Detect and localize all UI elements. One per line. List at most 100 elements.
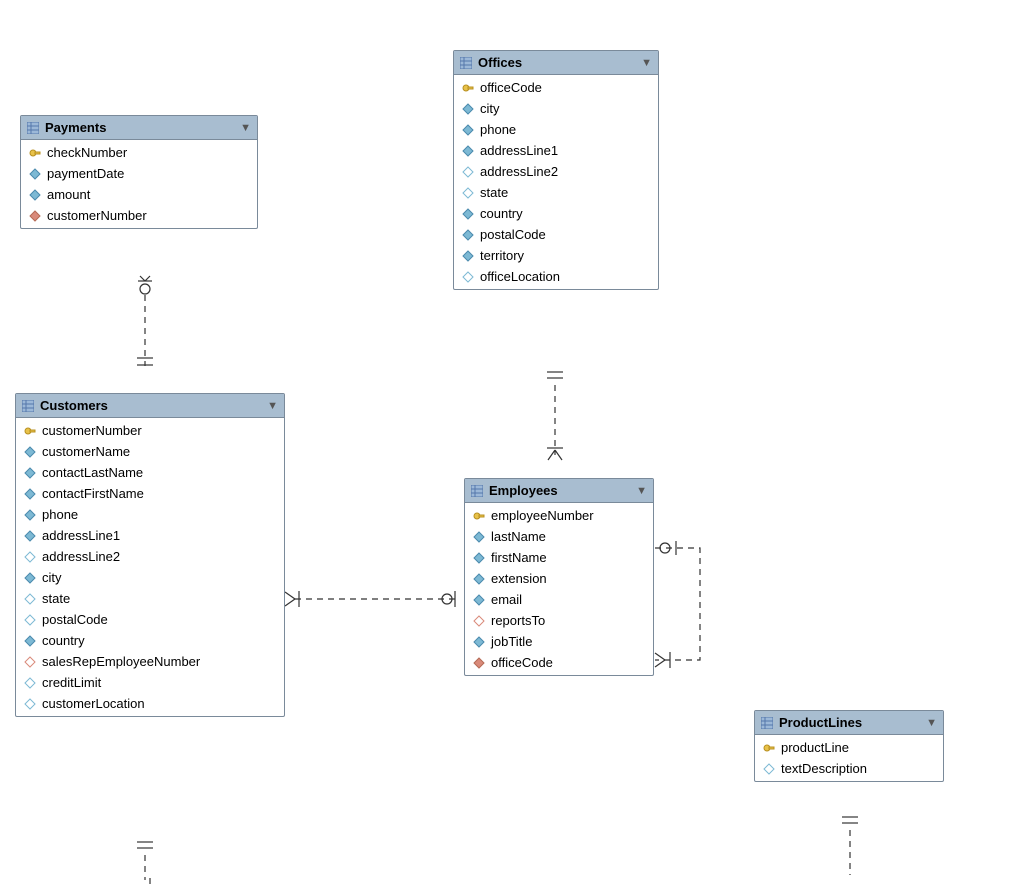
field-customerNumber[interactable]: customerNumber bbox=[21, 205, 257, 226]
diamond-outline-icon bbox=[24, 551, 36, 563]
field-label: customerLocation bbox=[42, 696, 145, 711]
entity-employees[interactable]: Employees ▼ employeeNumber lastName firstN… bbox=[464, 478, 654, 676]
field-label: addressLine1 bbox=[480, 143, 558, 158]
collapse-icon[interactable]: ▼ bbox=[926, 717, 937, 729]
entity-header-employees[interactable]: Employees ▼ bbox=[465, 479, 653, 503]
field-email[interactable]: email bbox=[465, 589, 653, 610]
diamond-fill-icon bbox=[462, 229, 474, 241]
field-label: paymentDate bbox=[47, 166, 124, 181]
field-territory[interactable]: territory bbox=[454, 245, 658, 266]
entity-productlines[interactable]: ProductLines ▼ productLine textDescriptio… bbox=[754, 710, 944, 782]
diamond-outline-icon bbox=[24, 593, 36, 605]
diamond-outline-icon bbox=[24, 677, 36, 689]
collapse-icon[interactable]: ▼ bbox=[641, 57, 652, 69]
entity-title: ProductLines bbox=[779, 715, 862, 730]
field-customerNumber[interactable]: customerNumber bbox=[16, 420, 284, 441]
collapse-icon[interactable]: ▼ bbox=[240, 122, 251, 134]
field-extension[interactable]: extension bbox=[465, 568, 653, 589]
diamond-fill-icon bbox=[24, 635, 36, 647]
rel-productlines-down bbox=[842, 817, 858, 875]
field-addressLine2[interactable]: addressLine2 bbox=[16, 546, 284, 567]
diamond-fill-icon bbox=[473, 573, 485, 585]
collapse-icon[interactable]: ▼ bbox=[636, 485, 647, 497]
diamond-outline-icon bbox=[462, 271, 474, 283]
field-jobTitle[interactable]: jobTitle bbox=[465, 631, 653, 652]
field-label: officeLocation bbox=[480, 269, 560, 284]
entity-header-offices[interactable]: Offices ▼ bbox=[454, 51, 658, 75]
field-label: employeeNumber bbox=[491, 508, 594, 523]
table-icon bbox=[27, 122, 39, 134]
field-label: phone bbox=[480, 122, 516, 137]
field-amount[interactable]: amount bbox=[21, 184, 257, 205]
field-reportsTo[interactable]: reportsTo bbox=[465, 610, 653, 631]
diamond-red-outline-icon bbox=[473, 615, 485, 627]
field-paymentDate[interactable]: paymentDate bbox=[21, 163, 257, 184]
field-label: city bbox=[480, 101, 500, 116]
key-icon bbox=[473, 510, 485, 522]
entity-title: Offices bbox=[478, 55, 522, 70]
field-customerName[interactable]: customerName bbox=[16, 441, 284, 462]
field-phone[interactable]: phone bbox=[16, 504, 284, 525]
field-officeCode[interactable]: officeCode bbox=[454, 77, 658, 98]
field-firstName[interactable]: firstName bbox=[465, 547, 653, 568]
field-label: salesRepEmployeeNumber bbox=[42, 654, 200, 669]
field-postalCode[interactable]: postalCode bbox=[454, 224, 658, 245]
field-textDescription[interactable]: textDescription bbox=[755, 758, 943, 779]
field-employeeNumber[interactable]: employeeNumber bbox=[465, 505, 653, 526]
key-icon bbox=[24, 425, 36, 437]
key-icon bbox=[763, 742, 775, 754]
entity-body-customers: customerNumbercustomerNamecontactLastNam… bbox=[16, 418, 284, 716]
field-label: creditLimit bbox=[42, 675, 101, 690]
diamond-fill-icon bbox=[24, 572, 36, 584]
field-label: productLine bbox=[781, 740, 849, 755]
entity-header-customers[interactable]: Customers ▼ bbox=[16, 394, 284, 418]
field-phone[interactable]: phone bbox=[454, 119, 658, 140]
entity-header-productlines[interactable]: ProductLines ▼ bbox=[755, 711, 943, 735]
field-label: territory bbox=[480, 248, 524, 263]
field-contactFirstName[interactable]: contactFirstName bbox=[16, 483, 284, 504]
field-label: addressLine2 bbox=[42, 549, 120, 564]
diamond-fill-icon bbox=[24, 509, 36, 521]
field-contactLastName[interactable]: contactLastName bbox=[16, 462, 284, 483]
entity-customers[interactable]: Customers ▼ customerNumbercustomerNameco… bbox=[15, 393, 285, 717]
field-label: reportsTo bbox=[491, 613, 545, 628]
field-officeLocation[interactable]: officeLocation bbox=[454, 266, 658, 287]
field-checkNumber[interactable]: checkNumber bbox=[21, 142, 257, 163]
entity-payments[interactable]: Payments ▼ checkNumber paymentDate amountc… bbox=[20, 115, 258, 229]
field-lastName[interactable]: lastName bbox=[465, 526, 653, 547]
field-label: checkNumber bbox=[47, 145, 127, 160]
diamond-outline-icon bbox=[24, 614, 36, 626]
field-state[interactable]: state bbox=[454, 182, 658, 203]
rel-employees-self bbox=[655, 541, 700, 668]
diamond-fill-icon bbox=[24, 530, 36, 542]
entity-body-productlines: productLine textDescription bbox=[755, 735, 943, 781]
field-state[interactable]: state bbox=[16, 588, 284, 609]
field-addressLine1[interactable]: addressLine1 bbox=[454, 140, 658, 161]
diamond-outline-icon bbox=[462, 187, 474, 199]
field-salesRepEmployeeNumber[interactable]: salesRepEmployeeNumber bbox=[16, 651, 284, 672]
field-label: phone bbox=[42, 507, 78, 522]
collapse-icon[interactable]: ▼ bbox=[267, 400, 278, 412]
field-creditLimit[interactable]: creditLimit bbox=[16, 672, 284, 693]
field-label: textDescription bbox=[781, 761, 867, 776]
field-city[interactable]: city bbox=[16, 567, 284, 588]
entity-offices[interactable]: Offices ▼ officeCode city phone addressLine… bbox=[453, 50, 659, 290]
field-label: email bbox=[491, 592, 522, 607]
field-addressLine1[interactable]: addressLine1 bbox=[16, 525, 284, 546]
field-country[interactable]: country bbox=[16, 630, 284, 651]
field-postalCode[interactable]: postalCode bbox=[16, 609, 284, 630]
field-productLine[interactable]: productLine bbox=[755, 737, 943, 758]
diamond-fill-icon bbox=[462, 250, 474, 262]
field-addressLine2[interactable]: addressLine2 bbox=[454, 161, 658, 182]
field-label: firstName bbox=[491, 550, 547, 565]
diamond-fill-icon bbox=[473, 636, 485, 648]
diamond-fill-icon bbox=[24, 467, 36, 479]
field-country[interactable]: country bbox=[454, 203, 658, 224]
entity-body-offices: officeCode city phone addressLine1 addressLi… bbox=[454, 75, 658, 289]
diamond-fill-icon bbox=[473, 594, 485, 606]
entity-header-payments[interactable]: Payments ▼ bbox=[21, 116, 257, 140]
field-customerLocation[interactable]: customerLocation bbox=[16, 693, 284, 714]
field-city[interactable]: city bbox=[454, 98, 658, 119]
field-officeCode[interactable]: officeCode bbox=[465, 652, 653, 673]
diamond-fill-icon bbox=[462, 124, 474, 136]
